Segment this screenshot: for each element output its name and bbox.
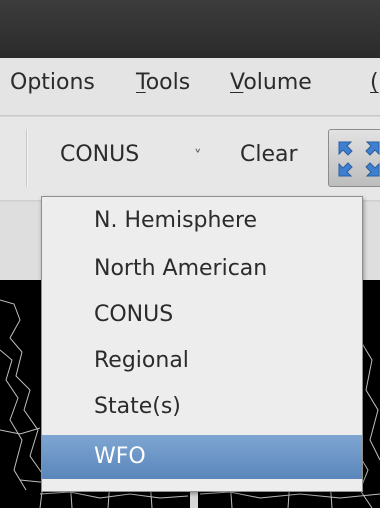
scale-select[interactable]: CONUS — [60, 142, 139, 167]
scale-dropdown-menu: N. Hemisphere North American CONUS Regio… — [41, 196, 363, 492]
scale-option-conus[interactable]: CONUS — [42, 293, 362, 337]
menu-volume[interactable]: Volume — [230, 70, 312, 95]
chevron-down-icon[interactable]: ˅ — [194, 147, 202, 165]
menu-options-label: Options — [10, 70, 95, 95]
expand-arrows-icon — [338, 141, 380, 177]
toolbar: CONUS ˅ Clear — [0, 117, 380, 201]
menu-tools-label: ools — [145, 70, 191, 95]
menu-bar: Options Tools Volume ( — [0, 58, 380, 116]
menu-tools-mnemonic: T — [136, 70, 146, 95]
menu-volume-mnemonic: V — [230, 70, 244, 95]
menu-volume-label: olume — [243, 70, 312, 95]
menu-tools[interactable]: Tools — [136, 70, 190, 95]
menu-next-truncated[interactable]: ( — [370, 70, 379, 95]
menu-next-mnemonic: ( — [370, 70, 379, 95]
toolbar-separator — [26, 129, 28, 187]
scale-option-states[interactable]: State(s) — [42, 385, 362, 429]
scale-option-wfo[interactable]: WFO — [42, 435, 362, 479]
menu-options[interactable]: Options — [10, 70, 95, 95]
scale-option-north-american[interactable]: North American — [42, 247, 362, 291]
clear-button[interactable]: Clear — [240, 142, 298, 167]
window-titlebar — [0, 0, 380, 58]
zoom-button[interactable] — [328, 129, 380, 187]
scale-option-regional[interactable]: Regional — [42, 339, 362, 383]
scale-select-value: CONUS — [60, 142, 140, 167]
scale-option-n-hemisphere[interactable]: N. Hemisphere — [42, 199, 362, 243]
